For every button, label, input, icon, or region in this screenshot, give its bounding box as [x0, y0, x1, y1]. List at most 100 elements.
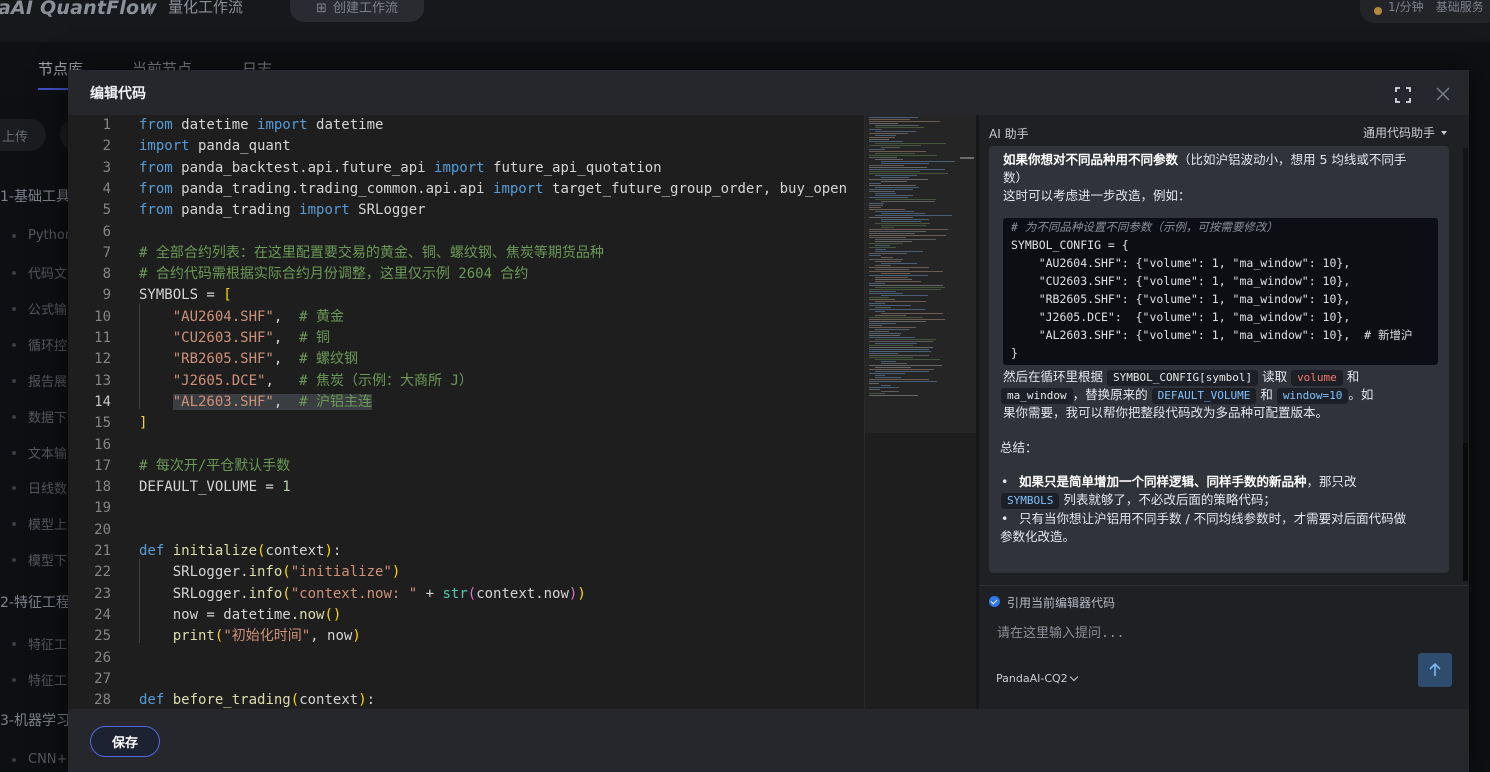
minimap-line	[869, 341, 933, 342]
minimap-line	[875, 279, 912, 280]
minimap-line	[881, 273, 910, 274]
save-button[interactable]: 保存	[90, 726, 160, 757]
code-line[interactable]: 23 SRLogger.info("context.now: " + str(c…	[68, 584, 864, 605]
code-editor[interactable]: 1 from datetime import datetime 2 import pa…	[68, 115, 864, 709]
sidebar-item[interactable]: 文本输	[12, 443, 67, 462]
minimap-line	[869, 171, 920, 172]
upload-button[interactable]: 上传	[0, 119, 46, 151]
sidebar-item[interactable]: 循环控	[12, 335, 67, 354]
minimap-line	[869, 189, 913, 190]
minimap-line	[881, 201, 935, 202]
minimap-line	[869, 285, 943, 286]
question-input[interactable]	[989, 621, 1459, 645]
code-line[interactable]: 16	[68, 435, 864, 456]
code-line[interactable]: 6	[68, 222, 864, 243]
code-line[interactable]: 19	[68, 498, 864, 519]
minimap-line	[881, 295, 928, 296]
code-line[interactable]: 13 "J2605.DCE", # 焦炭（示例：大商所 J）	[68, 371, 864, 392]
model-select[interactable]: PandaAI-CQ2	[996, 672, 1078, 685]
line-number: 26	[94, 649, 111, 666]
minimap-line	[875, 339, 936, 340]
sidebar-item[interactable]: 模型上	[12, 514, 67, 533]
sidebar-group-feature-engineering[interactable]: 2-特征工程	[0, 592, 70, 612]
code-line[interactable]: 17 # 每次开/平仓默认手数	[68, 456, 864, 477]
code-block-line: "AL2603.SHF": {"volume": 1, "ma_window":…	[1011, 328, 1413, 342]
code-line[interactable]: 9 SYMBOLS = [	[68, 285, 864, 306]
sidebar-item[interactable]: 模型下	[12, 550, 67, 569]
top-bar: aAI QuantFlow 量化工作流 ⊞ 创建工作流 1/分钟 基础服务	[0, 0, 1490, 42]
sidebar-item[interactable]: 报告展	[12, 371, 67, 390]
create-workflow-button[interactable]: ⊞ 创建工作流	[290, 0, 424, 22]
sidebar-item[interactable]: 日线数	[12, 478, 67, 497]
minimap-line	[875, 131, 916, 132]
minimap-line	[875, 127, 924, 128]
code-line[interactable]: 10 "AU2604.SHF", # 黄金	[68, 307, 864, 328]
sidebar-item[interactable]: CNN+	[12, 752, 67, 767]
sidebar-item[interactable]: 特征工	[12, 670, 67, 689]
minimap-line	[875, 315, 906, 316]
code-line[interactable]: 2 import panda_quant	[68, 136, 864, 157]
reference-code-checkbox[interactable]	[989, 596, 1000, 607]
sidebar-group-machine-learning[interactable]: 3-机器学习	[0, 710, 70, 730]
minimap-line	[875, 135, 896, 136]
minimap-line	[869, 167, 927, 168]
bullet-icon	[12, 757, 16, 762]
minimap-line	[869, 303, 885, 304]
close-icon[interactable]	[1435, 86, 1451, 102]
code-line[interactable]: 1 from datetime import datetime	[68, 115, 864, 136]
ai-scrollbar-thumb[interactable]	[1463, 443, 1468, 581]
minimap-line	[869, 191, 895, 192]
code-line[interactable]: 18 DEFAULT_VOLUME = 1	[68, 477, 864, 498]
minimap-line	[875, 281, 921, 282]
minimap-line	[869, 355, 929, 356]
sidebar-item[interactable]: Python	[12, 228, 73, 243]
code-line[interactable]: 3 from panda_backtest.api.future_api impo…	[68, 158, 864, 179]
code-line[interactable]: 4 from panda_trading.trading_common.api.a…	[68, 179, 864, 200]
code-line[interactable]: 22 SRLogger.info("initialize")	[68, 562, 864, 583]
minimap-line	[869, 255, 881, 256]
code-line[interactable]: 20	[68, 520, 864, 541]
minimap-line	[875, 153, 915, 154]
summary-heading: 总结：	[1000, 440, 1038, 455]
code-line[interactable]: 15]	[68, 413, 864, 434]
code-text: "AL2603.SHF", # 沪铝主连	[172, 393, 373, 410]
sidebar-item[interactable]: 代码文	[12, 263, 67, 282]
code-line[interactable]: 5 from panda_trading import SRLogger	[68, 200, 864, 221]
code-line[interactable]: 26	[68, 648, 864, 669]
minimap-line	[875, 367, 911, 368]
code-line[interactable]: 21 def initialize(context):	[68, 541, 864, 562]
send-button[interactable]	[1418, 653, 1452, 687]
code-line[interactable]: 24 now = datetime.now()	[68, 605, 864, 626]
editor-minimap[interactable]	[864, 115, 976, 709]
sidebar-group-basic-tools[interactable]: 1-基础工具	[0, 186, 70, 206]
message-paragraph: 果你需要，我可以帮你把整段代码改为多品种可配置版本。	[1003, 405, 1329, 420]
line-number: 28	[94, 692, 111, 709]
sidebar-item[interactable]: 数据下	[12, 407, 67, 426]
minimap-line	[869, 369, 934, 370]
minimap-line	[869, 139, 889, 140]
code-line[interactable]: 12 "RB2605.SHF", # 螺纹钢	[68, 349, 864, 370]
sidebar-item[interactable]: 特征工	[12, 634, 67, 653]
line-number: 17	[94, 457, 111, 474]
code-line[interactable]: 27	[68, 669, 864, 690]
rate-label: 1/分钟	[1388, 0, 1424, 14]
fullscreen-icon[interactable]	[1395, 87, 1411, 103]
sidebar-item[interactable]: 公式输	[12, 299, 67, 318]
code-line[interactable]: 7 # 全部合约列表：在这里配置要交易的黄金、铜、螺纹钢、焦炭等期货品种	[68, 243, 864, 264]
minimap-line	[875, 287, 945, 288]
code-line[interactable]: 28 def before_trading(context):	[68, 690, 864, 709]
rate-badge[interactable]: 1/分钟 基础服务	[1360, 0, 1490, 23]
code-text: "J2605.DCE", # 焦炭（示例：大商所 J）	[172, 372, 473, 389]
assistant-type-select[interactable]: 通用代码助手	[1363, 124, 1447, 141]
minimap-line	[881, 161, 955, 162]
arrow-up-icon	[1429, 662, 1441, 676]
sidebar-item-label: 特征工	[28, 638, 68, 653]
code-line[interactable]: 11 "CU2603.SHF", # 铜	[68, 328, 864, 349]
line-number: 14	[94, 393, 111, 410]
bullet-icon	[12, 557, 16, 562]
minimap-line	[869, 203, 884, 204]
code-line[interactable]: 8 # 合约代码需根据实际合约月份调整，这里仅示例 2604 合约	[68, 264, 864, 285]
ai-divider	[979, 585, 1469, 586]
code-line[interactable]: 14 "AL2603.SHF", # 沪铝主连	[68, 392, 864, 413]
code-line[interactable]: 25 print("初始化时间", now)	[68, 626, 864, 647]
